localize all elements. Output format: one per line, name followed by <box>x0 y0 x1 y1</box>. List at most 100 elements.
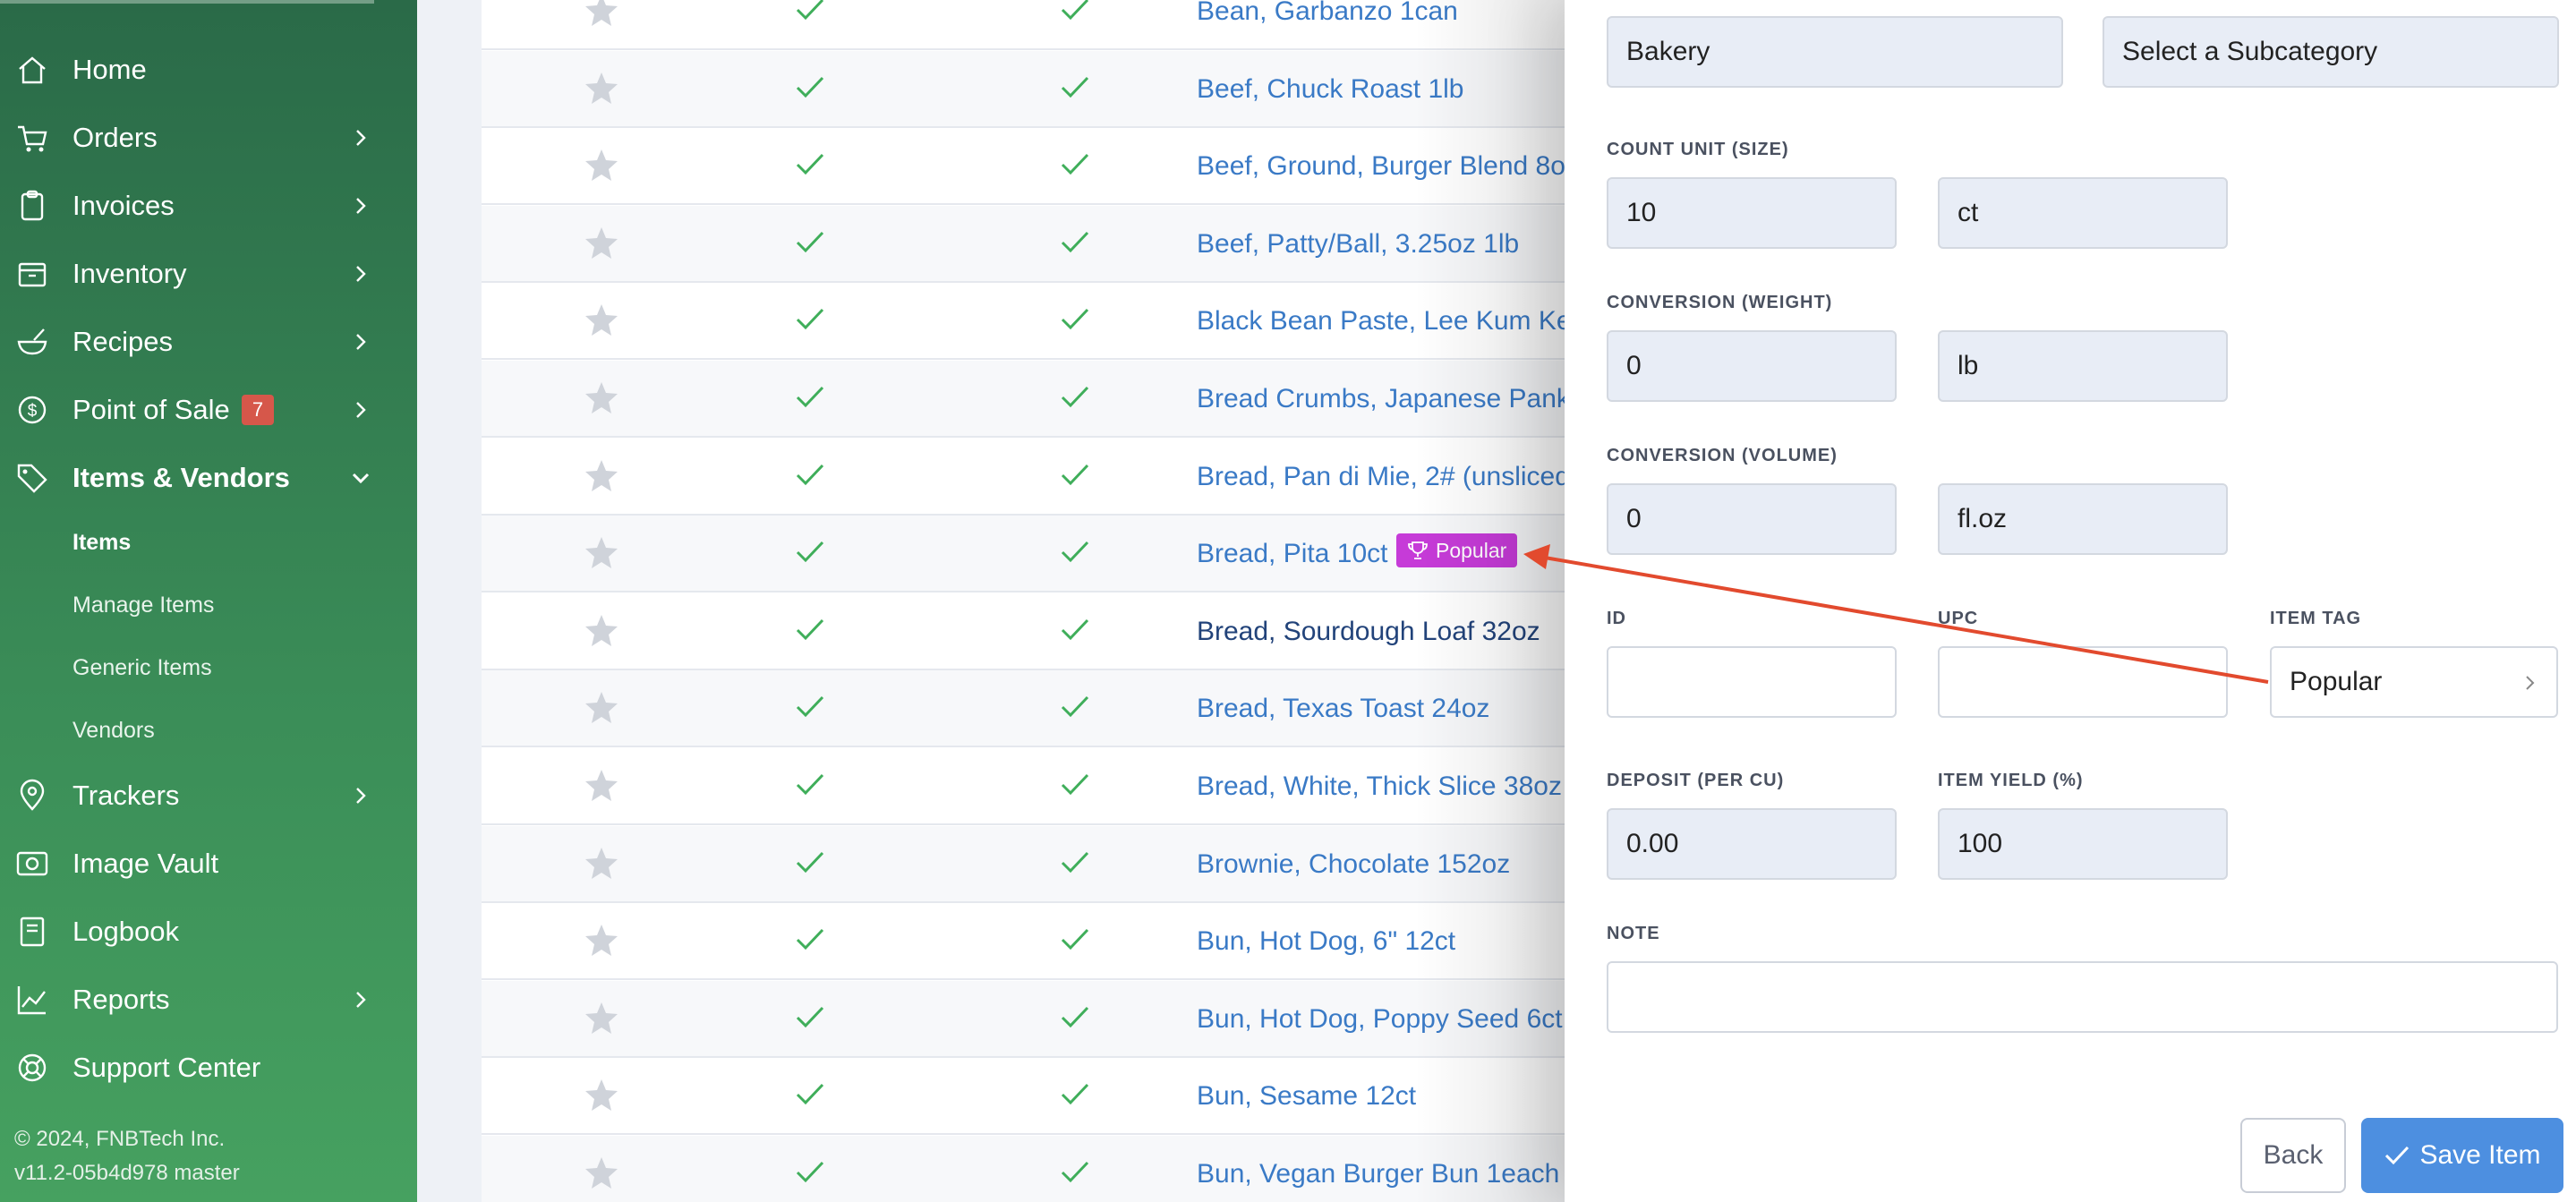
item-name-link[interactable]: Bread, Pan di Mie, 2# (unsliced) <box>1197 462 1565 492</box>
nav-image-vault[interactable]: Image Vault <box>0 833 417 894</box>
star-icon[interactable] <box>584 226 619 260</box>
deposit-input[interactable]: 0.00 <box>1607 808 1897 880</box>
item-name-link[interactable]: Brownie, Chocolate 152oz <box>1197 849 1510 880</box>
nav-point-of-sale[interactable]: $ Point of Sale 7 <box>0 379 417 440</box>
nav-trackers[interactable]: Trackers <box>0 765 417 826</box>
star-icon[interactable] <box>584 71 619 105</box>
star-icon[interactable] <box>584 923 619 957</box>
item-name-link[interactable]: Bean, Garbanzo 1can <box>1197 0 1458 27</box>
chevron-right-icon <box>2526 676 2535 690</box>
star-icon[interactable] <box>584 768 619 802</box>
table-row[interactable]: Brownie, Chocolate 152oz <box>482 825 1565 903</box>
upc-input[interactable] <box>1938 646 2228 718</box>
category-select[interactable]: Bakery <box>1607 16 2063 88</box>
item-name-link[interactable]: Bread Crumbs, Japanese Panko <box>1197 384 1565 414</box>
item-name-link[interactable]: Bread, Sourdough Loaf 32oz <box>1197 617 1540 647</box>
table-row[interactable]: Bread, Pita 10ct Popular <box>482 516 1565 593</box>
item-name-link[interactable]: Beef, Patty/Ball, 3.25oz 1lb <box>1197 229 1519 260</box>
nav-recipes[interactable]: Recipes <box>0 311 417 372</box>
item-name-link[interactable]: Bun, Vegan Burger Bun 1each <box>1197 1159 1559 1189</box>
table-row[interactable]: Bun, Hot Dog, Poppy Seed 6ct <box>482 980 1565 1058</box>
subnav-manage-items[interactable]: Manage Items <box>73 592 214 618</box>
nav-logbook[interactable]: Logbook <box>0 901 417 962</box>
item-name-link[interactable]: Bun, Hot Dog, Poppy Seed 6ct <box>1197 1004 1563 1035</box>
item-tag-select[interactable]: Popular <box>2270 646 2558 718</box>
table-row[interactable]: Beef, Patty/Ball, 3.25oz 1lb <box>482 205 1565 283</box>
star-icon[interactable] <box>584 380 619 414</box>
bowl-icon <box>17 328 47 355</box>
back-button[interactable]: Back <box>2240 1118 2346 1193</box>
check-icon <box>1060 384 1090 411</box>
check-icon <box>795 1004 825 1031</box>
item-tag-label: ITEM TAG <box>2270 609 2362 628</box>
check-icon <box>795 229 825 256</box>
table-row[interactable]: Bun, Sesame 12ct <box>482 1058 1565 1136</box>
item-name-link[interactable]: Beef, Ground, Burger Blend 8oz <box>1197 151 1565 182</box>
sidebar-divider <box>0 0 374 4</box>
subnav-generic-items[interactable]: Generic Items <box>73 655 212 681</box>
nav-home[interactable]: Home <box>0 39 417 100</box>
table-row[interactable]: Bread, Pan di Mie, 2# (unsliced) <box>482 439 1565 516</box>
star-icon[interactable] <box>584 458 619 492</box>
check-icon <box>795 539 825 566</box>
conversion-weight-input[interactable]: 0 <box>1607 330 1897 402</box>
item-name-link[interactable]: Bun, Sesame 12ct <box>1197 1081 1416 1112</box>
nav-items-vendors[interactable]: Items & Vendors <box>0 448 417 508</box>
chevron-right-icon <box>356 334 366 350</box>
nav-orders[interactable]: Orders <box>0 107 417 168</box>
table-row[interactable]: Bun, Vegan Burger Bun 1each <box>482 1136 1565 1202</box>
count-unit-value-input[interactable]: 10 <box>1607 177 1897 249</box>
table-row[interactable]: Beef, Chuck Roast 1lb <box>482 50 1565 128</box>
table-row[interactable]: Bread, Texas Toast 24oz <box>482 670 1565 748</box>
table-row[interactable]: Bread, Sourdough Loaf 32oz <box>482 593 1565 670</box>
item-yield-input[interactable]: 100 <box>1938 808 2228 880</box>
subnav-items[interactable]: Items <box>73 530 131 556</box>
item-name-link[interactable]: Bread, Texas Toast 24oz <box>1197 694 1489 724</box>
table-row[interactable]: Black Bean Paste, Lee Kum Kee <box>482 283 1565 361</box>
check-icon <box>795 0 825 23</box>
star-icon[interactable] <box>584 148 619 182</box>
nav-support-center-label: Support Center <box>73 1052 261 1083</box>
save-item-button[interactable]: Save Item <box>2361 1118 2563 1193</box>
table-row[interactable]: Bun, Hot Dog, 6" 12ct <box>482 903 1565 981</box>
star-icon[interactable] <box>584 1001 619 1035</box>
check-icon <box>795 384 825 411</box>
chevron-right-icon <box>356 266 366 282</box>
item-name-link[interactable]: Bread, Pita 10ct <box>1197 539 1387 569</box>
item-name-link[interactable]: Black Bean Paste, Lee Kum Kee <box>1197 306 1565 337</box>
id-input[interactable] <box>1607 646 1897 718</box>
star-icon[interactable] <box>584 0 619 27</box>
star-icon[interactable] <box>584 613 619 647</box>
note-input[interactable] <box>1607 961 2558 1033</box>
item-name-link[interactable]: Bun, Hot Dog, 6" 12ct <box>1197 926 1455 957</box>
star-icon[interactable] <box>584 303 619 337</box>
table-row[interactable]: Bean, Garbanzo 1can <box>482 0 1565 50</box>
count-unit-select[interactable]: ct <box>1938 177 2228 249</box>
star-icon[interactable] <box>584 846 619 880</box>
conversion-volume-input[interactable]: 0 <box>1607 483 1897 555</box>
check-icon <box>1060 462 1090 489</box>
item-name-link[interactable]: Bread, White, Thick Slice 38oz <box>1197 771 1562 802</box>
item-name-link[interactable]: Beef, Chuck Roast 1lb <box>1197 74 1464 105</box>
table-row[interactable]: Beef, Ground, Burger Blend 8oz <box>482 128 1565 206</box>
table-row[interactable]: Bread Crumbs, Japanese Panko <box>482 361 1565 438</box>
nav-recipes-label: Recipes <box>73 326 173 357</box>
table-row[interactable]: Bread, White, Thick Slice 38oz <box>482 748 1565 825</box>
check-icon <box>795 1081 825 1108</box>
item-edit-panel: Bakery Select a Subcategory COUNT UNIT (… <box>1565 0 2576 1202</box>
star-icon[interactable] <box>584 535 619 569</box>
nav-inventory[interactable]: Inventory <box>0 243 417 304</box>
nav-invoices[interactable]: Invoices <box>0 175 417 236</box>
subnav-vendors[interactable]: Vendors <box>73 718 155 744</box>
conversion-volume-unit-select[interactable]: fl.oz <box>1938 483 2228 555</box>
star-icon[interactable] <box>584 1078 619 1112</box>
nav-reports[interactable]: Reports <box>0 969 417 1030</box>
star-icon[interactable] <box>584 690 619 724</box>
nav-support-center[interactable]: Support Center <box>0 1037 417 1098</box>
footer-version: v11.2-05b4d978 master <box>14 1161 240 1185</box>
nav-home-label: Home <box>73 54 147 85</box>
star-icon[interactable] <box>584 1155 619 1189</box>
conversion-weight-unit-select[interactable]: lb <box>1938 330 2228 402</box>
clipboard-icon <box>21 190 44 221</box>
subcategory-select[interactable]: Select a Subcategory <box>2103 16 2559 88</box>
